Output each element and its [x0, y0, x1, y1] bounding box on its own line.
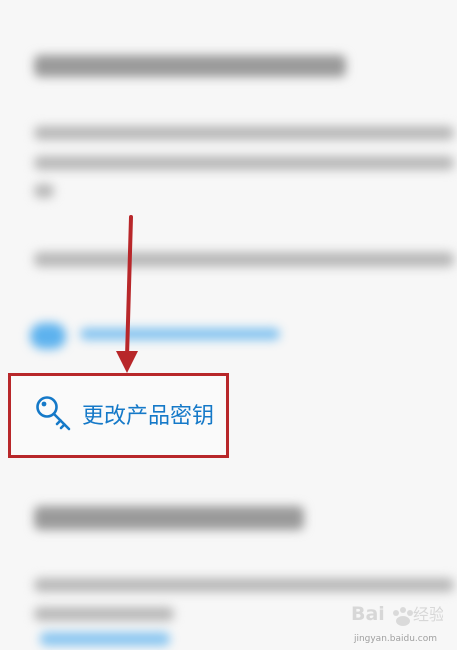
annotation-arrow	[116, 215, 138, 373]
change-product-key-label: 更改产品密钥	[82, 404, 215, 429]
blurred-paragraph-line	[34, 126, 454, 140]
key-icon	[36, 396, 71, 431]
blurred-link[interactable]	[40, 632, 170, 646]
svg-text:Bai: Bai	[351, 603, 385, 625]
blurred-paragraph-line	[34, 578, 454, 592]
blurred-paragraph-line	[34, 184, 54, 198]
baidu-jingyan-watermark: Bai 经验	[351, 603, 443, 626]
watermark-url: jingyan.baidu.com	[353, 634, 437, 644]
blurred-paragraph-line	[34, 607, 174, 621]
blurred-section-heading	[34, 506, 304, 530]
annotation-highlight-box: 更改产品密钥	[8, 373, 229, 458]
blurred-section-heading	[34, 55, 346, 77]
svg-text:经验: 经验	[413, 605, 443, 624]
blurred-paragraph-line	[34, 252, 454, 267]
change-product-key-link[interactable]: 更改产品密钥	[34, 394, 214, 434]
blurred-link[interactable]	[30, 323, 66, 349]
blurred-paragraph-line	[34, 156, 454, 170]
